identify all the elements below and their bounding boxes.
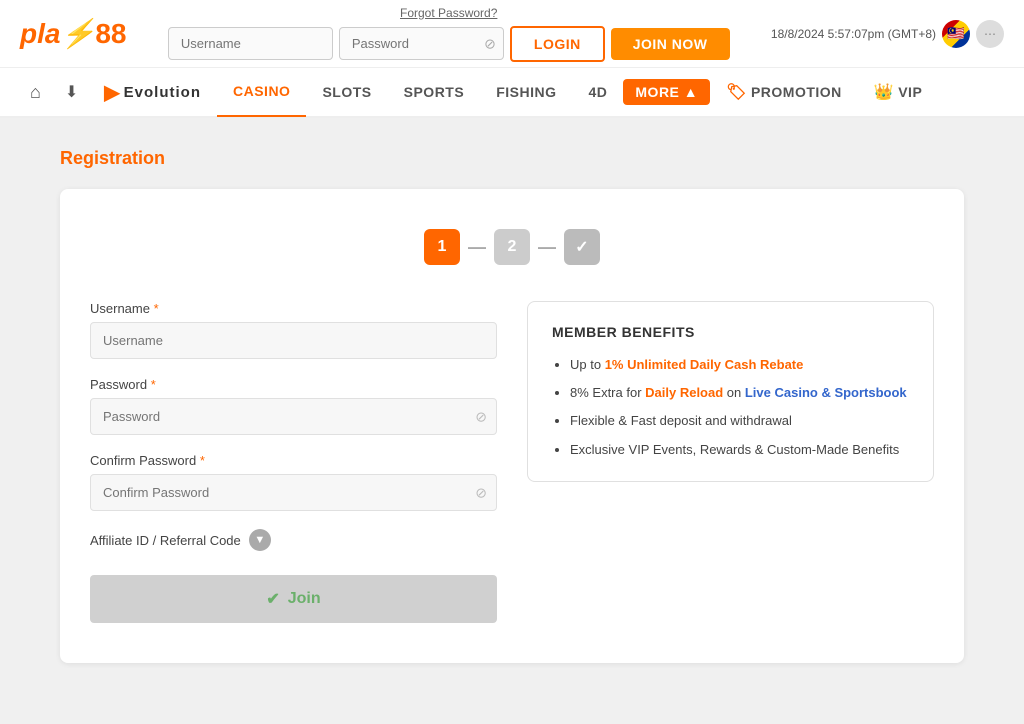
vip-icon: 👑 (874, 82, 894, 102)
username-input[interactable] (168, 27, 333, 60)
evolution-label: Evolution (124, 84, 201, 101)
nav-bar: ⌂ ⬇ ▶ Evolution CASINO SLOTS SPORTS FISH… (0, 68, 1024, 118)
logo-text: pla⚡ (20, 17, 95, 50)
password-group: Password * ⊘ (90, 377, 497, 435)
join-check-icon: ✔ (266, 589, 279, 609)
nav-download-icon[interactable]: ⬇ (55, 68, 88, 116)
benefit-item-3: Flexible & Fast deposit and withdrawal (570, 412, 909, 430)
top-right: 18/8/2024 5:57:07pm (GMT+8) 🇲🇾 ⋯ (771, 20, 1004, 48)
step-done: ✓ (564, 229, 600, 265)
nav-item-4d[interactable]: 4D (572, 67, 623, 117)
reg-password-input[interactable] (90, 398, 497, 435)
password-visibility-icon[interactable]: ⊘ (475, 408, 487, 425)
nav-item-promotion[interactable]: 🏷 PROMOTION (710, 67, 858, 117)
form-grid: Username * Password * ⊘ Confirm Pass (90, 301, 934, 623)
forgot-password-link[interactable]: Forgot Password? (400, 6, 497, 20)
reg-confirm-password-input[interactable] (90, 474, 497, 511)
join-now-button[interactable]: JOIN NOW (611, 28, 730, 60)
registration-card: 1 — 2 — ✓ Username * Password * (60, 189, 964, 663)
login-button[interactable]: LOGIN (510, 26, 605, 62)
password-input[interactable] (339, 27, 504, 60)
benefit-item-4: Exclusive VIP Events, Rewards & Custom-M… (570, 441, 909, 459)
evolution-logo[interactable]: ▶ Evolution (104, 80, 201, 105)
benefits-card: MEMBER BENEFITS Up to 1% Unlimited Daily… (527, 301, 934, 482)
benefit-item-2: 8% Extra for Daily Reload on Live Casino… (570, 384, 909, 402)
nav-item-sports[interactable]: SPORTS (388, 67, 481, 117)
nav-item-more[interactable]: MORE ▲ (623, 79, 710, 105)
join-btn-wrap: ✔ Join (90, 575, 497, 623)
password-eye-icon[interactable]: ⊘ (484, 35, 496, 52)
country-flag[interactable]: 🇲🇾 (942, 20, 970, 48)
username-group: Username * (90, 301, 497, 359)
nav-item-vip[interactable]: 👑 VIP (858, 67, 939, 117)
page-content: Registration 1 — 2 — ✓ Username * (0, 118, 1024, 724)
affiliate-chevron-icon[interactable]: ▼ (249, 529, 271, 551)
confirm-password-group: Confirm Password * ⊘ (90, 453, 497, 511)
logo-88: 88 (95, 18, 126, 50)
affiliate-label: Affiliate ID / Referral Code (90, 533, 241, 548)
nav-item-fishing[interactable]: FISHING (480, 67, 572, 117)
promo-icon: 🏷 (726, 82, 747, 102)
datetime-display: 18/8/2024 5:57:07pm (GMT+8) (771, 27, 936, 41)
reg-username-input[interactable] (90, 322, 497, 359)
benefits-title: MEMBER BENEFITS (552, 324, 909, 340)
step-2: 2 (494, 229, 530, 265)
nav-item-slots[interactable]: SLOTS (306, 67, 387, 117)
affiliate-row[interactable]: Affiliate ID / Referral Code ▼ (90, 529, 497, 551)
nav-vip-label: VIP (898, 84, 922, 100)
confirm-visibility-icon[interactable]: ⊘ (475, 484, 487, 501)
join-button-label: Join (288, 590, 321, 608)
form-left: Username * Password * ⊘ Confirm Pass (90, 301, 497, 623)
nav-item-casino[interactable]: CASINO (217, 67, 306, 117)
step-dash-2: — (538, 237, 556, 258)
logo[interactable]: pla⚡ 88 (20, 17, 127, 50)
confirm-input-wrap: ⊘ (90, 474, 497, 511)
step-1: 1 (424, 229, 460, 265)
password-label: Password * (90, 377, 497, 392)
top-center: Forgot Password? ⊘ LOGIN JOIN NOW (168, 6, 730, 62)
nav-promotion-label: PROMOTION (751, 84, 842, 100)
confirm-required: * (200, 453, 205, 468)
password-input-wrap: ⊘ (339, 27, 504, 60)
username-required: * (154, 301, 159, 316)
registration-steps: 1 — 2 — ✓ (90, 229, 934, 265)
nav-home-icon[interactable]: ⌂ (20, 68, 51, 116)
confirm-password-label: Confirm Password * (90, 453, 497, 468)
username-label: Username * (90, 301, 497, 316)
step-dash-1: — (468, 237, 486, 258)
password-input-wrap: ⊘ (90, 398, 497, 435)
join-form-button[interactable]: ✔ Join (90, 575, 497, 623)
nav-items: CASINO SLOTS SPORTS FISHING 4D MORE ▲ 🏷 … (217, 67, 1004, 117)
evolution-arrow-icon: ▶ (104, 80, 119, 105)
password-required: * (151, 377, 156, 392)
page-title: Registration (60, 148, 964, 169)
top-bar: pla⚡ 88 Forgot Password? ⊘ LOGIN JOIN NO… (0, 0, 1024, 68)
benefits-list: Up to 1% Unlimited Daily Cash Rebate 8% … (552, 356, 909, 459)
top-inputs: ⊘ LOGIN JOIN NOW (168, 26, 730, 62)
benefit-item-1: Up to 1% Unlimited Daily Cash Rebate (570, 356, 909, 374)
settings-icon[interactable]: ⋯ (976, 20, 1004, 48)
